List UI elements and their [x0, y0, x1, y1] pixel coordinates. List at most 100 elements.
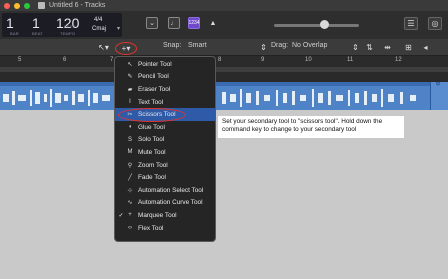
automation-curve-icon: ∿: [127, 200, 133, 207]
menu-item-mute-tool[interactable]: M Mute Tool: [115, 146, 215, 159]
lcd-bar-value: 1: [6, 15, 14, 31]
list-editors-button[interactable]: ☰: [404, 17, 418, 30]
menu-item-label: Eraser Tool: [138, 85, 171, 93]
pointer-icon: ↖▾: [98, 42, 109, 52]
fade-icon: ╱: [128, 175, 132, 182]
menu-item-label: Zoom Tool: [138, 161, 168, 169]
automation-select-icon: ⊹: [127, 187, 133, 194]
flex-icon: ‹›: [128, 225, 132, 232]
count-in-icon: ♩: [170, 19, 178, 27]
pencil-icon: ✎: [127, 74, 133, 81]
drag-select[interactable]: No Overlap: [292, 42, 327, 49]
waveform: [3, 89, 416, 107]
window-title: Untitled 6 - Tracks: [49, 2, 106, 9]
checkmark-icon: ✓: [118, 212, 124, 219]
glue-icon: ◖: [128, 124, 132, 131]
lcd-beat-value: 1: [32, 15, 40, 31]
ruler-bar-number: 10: [305, 57, 312, 63]
lcd-key[interactable]: Cmaj: [92, 26, 106, 32]
left-click-tool-menu[interactable]: ↖▾: [98, 42, 109, 52]
scissors-annotation-ring: [118, 108, 186, 122]
ruler-bar-number: 9: [261, 57, 265, 63]
close-window-button[interactable]: [4, 2, 10, 9]
snap-label: Snap:: [163, 42, 182, 49]
zoom-vertical-icon[interactable]: ⇅: [364, 42, 375, 52]
secondary-tool-menu-button[interactable]: +▾: [115, 42, 137, 55]
tuner-label: 1234: [188, 20, 200, 26]
snap-select[interactable]: Smart: [188, 42, 207, 49]
audio-region[interactable]: [0, 86, 448, 110]
lcd-display[interactable]: 1 1 120 BAR BEAT KEEP TEMPO 4/4 Cmaj ▾: [2, 13, 122, 37]
menu-item-label: Flex Tool: [138, 224, 164, 232]
media-icon: ◎: [431, 19, 439, 28]
menu-item-text-tool[interactable]: I Text Tool: [115, 96, 215, 109]
menu-item-fade-tool[interactable]: ╱ Fade Tool: [115, 171, 215, 184]
timeline-ruler[interactable]: 5 6 7 8 9 10 11 12: [0, 56, 448, 67]
ruler-bar-number: 5: [18, 57, 22, 63]
zoom-icon: ⚲: [127, 162, 133, 169]
menu-item-marquee-tool[interactable]: ✓ + Marquee Tool: [115, 209, 215, 222]
menu-item-pencil-tool[interactable]: ✎ Pencil Tool: [115, 71, 215, 84]
menu-item-label: Marquee Tool: [138, 211, 177, 219]
lcd-beat-label: BEAT: [32, 31, 43, 36]
track-area-toolbar: ↖▾ Snap: Smart ⇕ Drag: No Overlap ⇕ ⇅ ⇹ …: [0, 39, 448, 56]
media-browser-button[interactable]: ◎: [428, 17, 442, 30]
menu-item-label: Text Tool: [138, 98, 164, 106]
menu-item-label: Automation Curve Tool: [138, 199, 203, 207]
annotation-callout: Set your secondary tool to "scissors too…: [218, 116, 404, 138]
title-bar: Untitled 6 - Tracks: [0, 0, 448, 11]
lcd-tempo-keep-label: KEEP: [64, 24, 76, 29]
menu-item-label: Pencil Tool: [138, 73, 169, 81]
drag-dropdown-icon[interactable]: ⇕: [350, 42, 361, 52]
menu-item-zoom-tool[interactable]: ⚲ Zoom Tool: [115, 159, 215, 172]
cycle-icon: ⌄: [149, 20, 155, 27]
ruler-bar-number: 6: [63, 57, 67, 63]
waveform-zoom-icon[interactable]: ⊞: [403, 42, 414, 52]
menu-item-automation-select-tool[interactable]: ⊹ Automation Select Tool: [115, 184, 215, 197]
solo-icon: S: [127, 136, 132, 143]
ruler-bar-number: 7: [110, 57, 114, 63]
drag-label: Drag:: [271, 42, 289, 49]
lcd-bar-label: BAR: [10, 31, 19, 36]
lcd-dropdown-icon[interactable]: ▾: [117, 25, 120, 32]
master-volume-slider[interactable]: [274, 24, 359, 27]
ruler-bar-number: 8: [218, 57, 222, 63]
minimize-window-button[interactable]: [14, 2, 20, 9]
region-end-label: tp: [436, 81, 441, 87]
tool-menu: ↖ Pointer Tool ✎ Pencil Tool ▰ Eraser Tool I Te…: [114, 56, 216, 242]
menu-item-label: Glue Tool: [138, 123, 165, 131]
metronome-icon: ▲: [209, 19, 217, 27]
master-volume-knob[interactable]: [320, 20, 329, 29]
menu-item-automation-curve-tool[interactable]: ∿ Automation Curve Tool: [115, 197, 215, 210]
lcd-tempo-label: TEMPO: [60, 31, 76, 36]
lcd-time-signature[interactable]: 4/4: [94, 17, 102, 23]
menu-item-label: Pointer Tool: [138, 60, 172, 68]
count-in-button[interactable]: ♩: [168, 17, 180, 29]
marquee-icon: +: [128, 212, 132, 219]
horizontal-zoom-icon[interactable]: ◂: [420, 42, 431, 52]
menu-item-solo-tool[interactable]: S Solo Tool: [115, 134, 215, 147]
ruler-bar-number: 11: [347, 57, 354, 63]
menu-item-eraser-tool[interactable]: ▰ Eraser Tool: [115, 83, 215, 96]
text-icon: I: [129, 99, 131, 106]
pointer-icon: ↖: [127, 61, 133, 68]
menu-item-flex-tool[interactable]: ‹› Flex Tool: [115, 222, 215, 235]
document-icon: [38, 2, 45, 9]
zoom-window-button[interactable]: [24, 2, 30, 9]
zoom-fit-icon[interactable]: ⇹: [382, 42, 393, 52]
cycle-button[interactable]: ⌄: [146, 17, 158, 29]
list-icon: ☰: [407, 19, 415, 28]
menu-item-pointer-tool[interactable]: ↖ Pointer Tool: [115, 58, 215, 71]
menu-item-glue-tool[interactable]: ◖ Glue Tool: [115, 121, 215, 134]
mute-icon: M: [127, 149, 133, 156]
control-bar: 1 1 120 BAR BEAT KEEP TEMPO 4/4 Cmaj ▾ ⌄…: [0, 11, 448, 39]
menu-item-label: Automation Select Tool: [138, 186, 204, 194]
eraser-icon: ▰: [127, 86, 133, 93]
menu-item-label: Fade Tool: [138, 174, 166, 182]
ruler-bar-number: 12: [395, 57, 402, 63]
metronome-button[interactable]: ▲: [207, 17, 219, 29]
menu-item-label: Solo Tool: [138, 136, 165, 144]
tuner-button[interactable]: 1234: [188, 17, 200, 29]
menu-item-label: Mute Tool: [138, 148, 166, 156]
snap-dropdown-icon[interactable]: ⇕: [258, 42, 269, 52]
